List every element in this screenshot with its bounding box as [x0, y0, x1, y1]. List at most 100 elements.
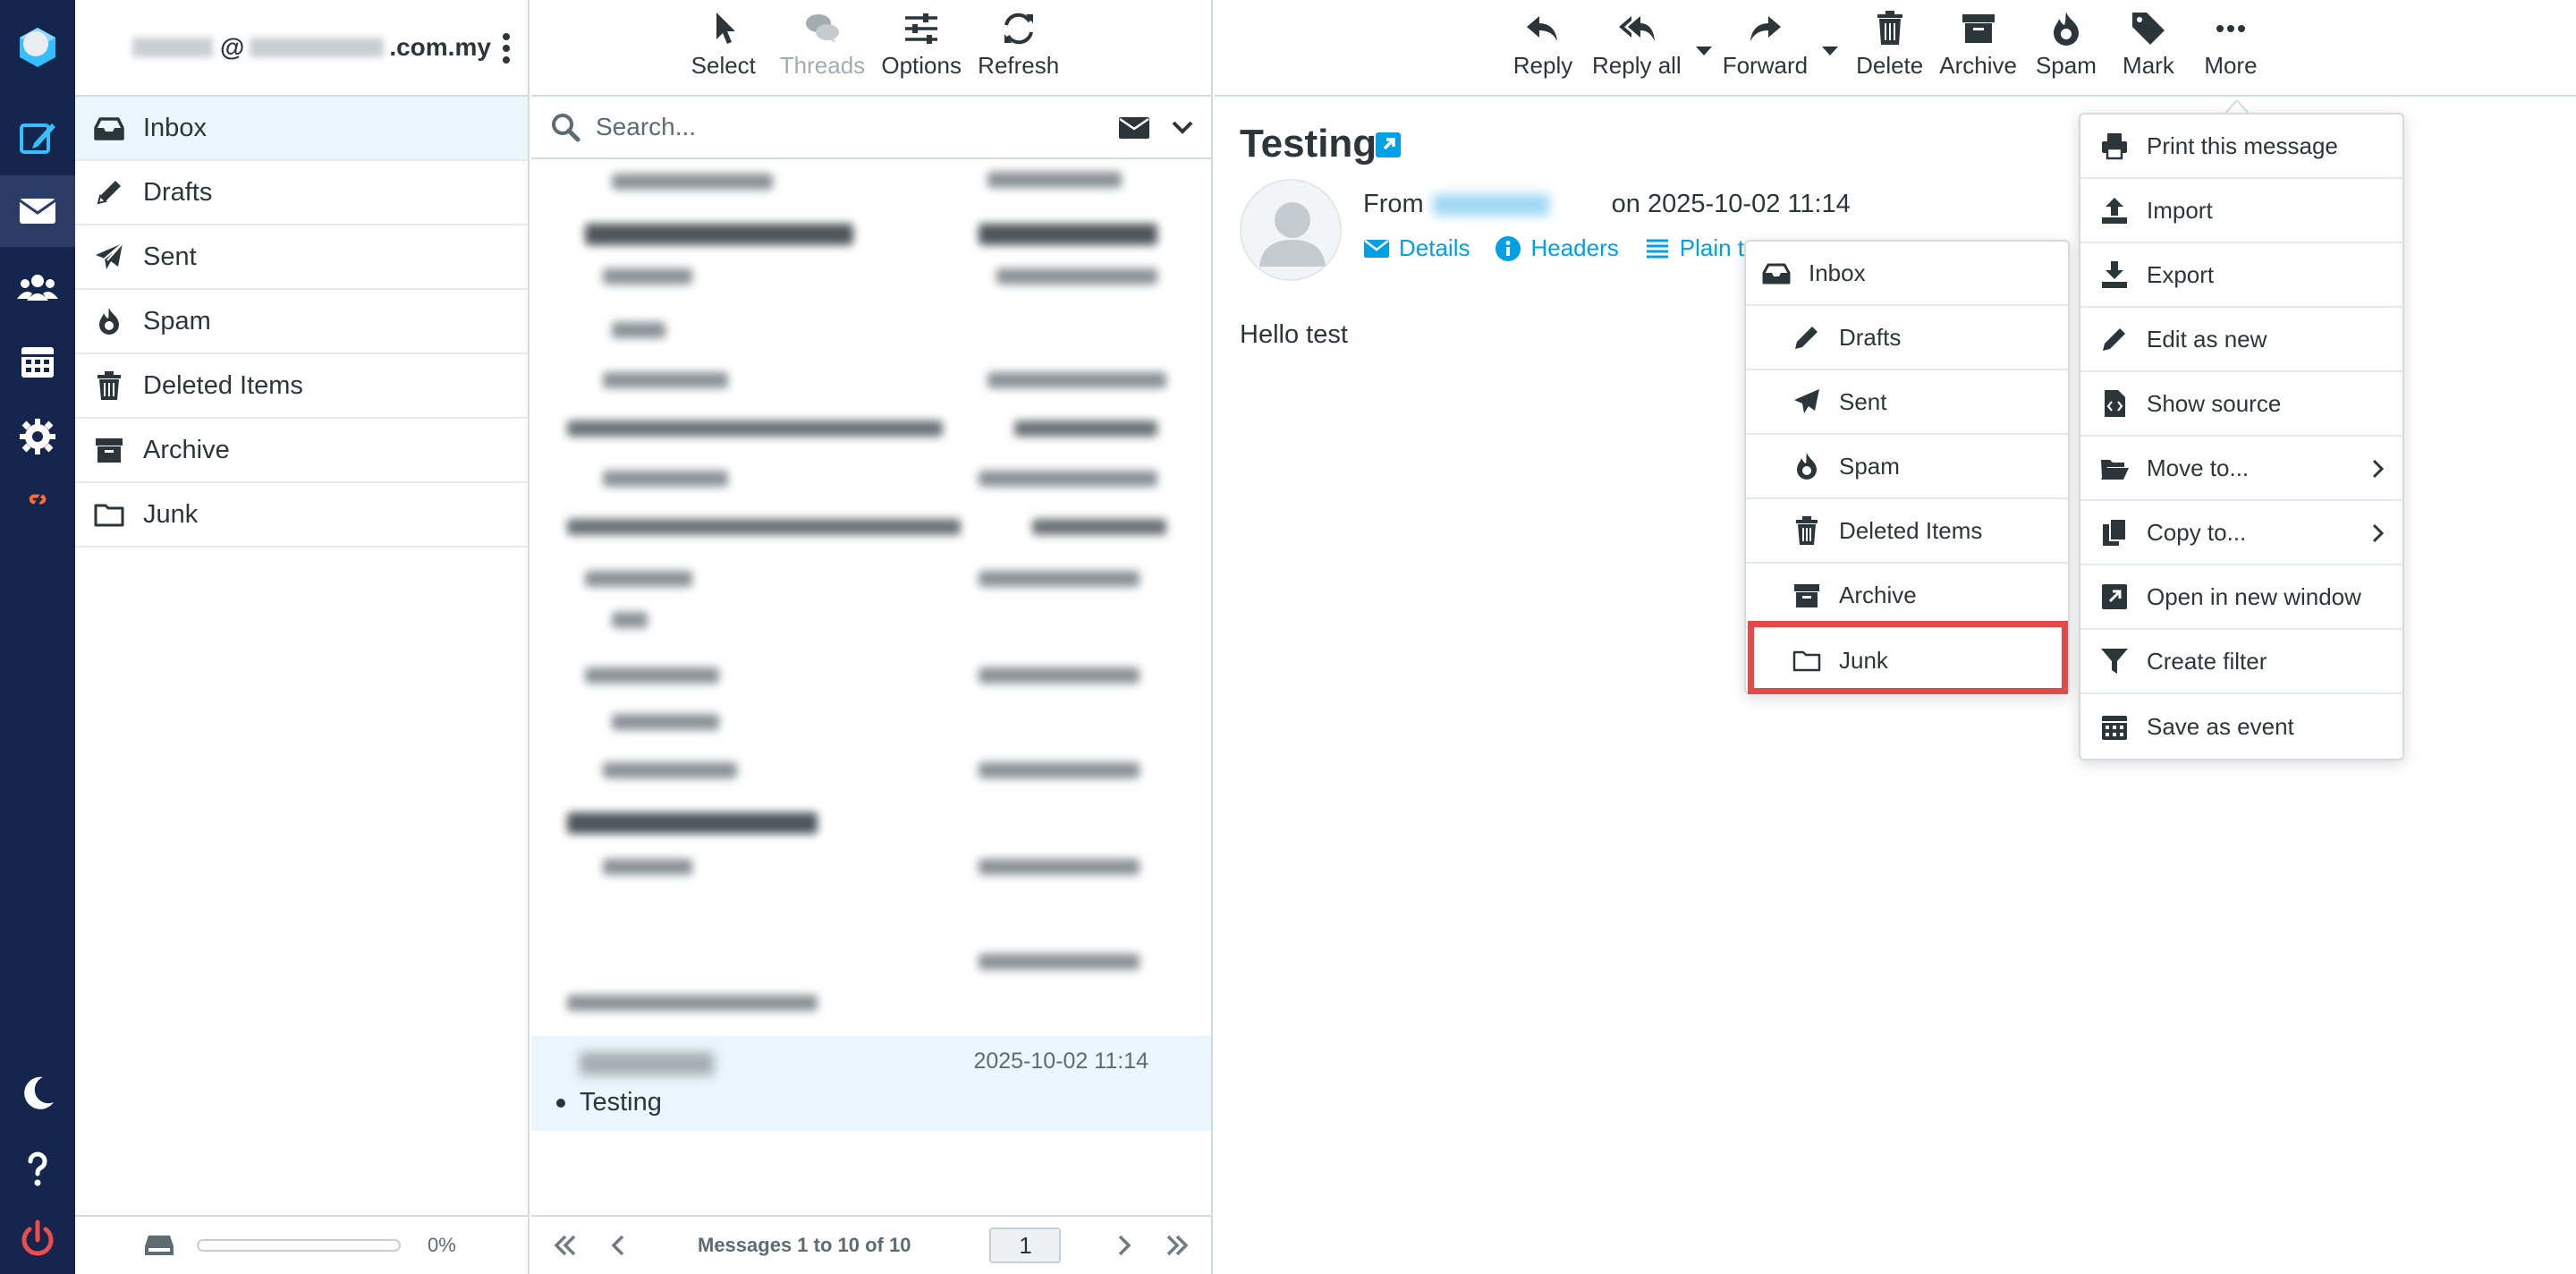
- select-button[interactable]: Select: [683, 9, 764, 95]
- fire-icon: [2053, 12, 2079, 46]
- folder-label: Sent: [143, 242, 197, 271]
- copy-to-item[interactable]: Copy to...: [2080, 501, 2402, 565]
- folder-pane: @ .com.my Inbox Drafts Sent Spam Deleted …: [75, 0, 530, 1274]
- more-dots-icon: [2216, 25, 2245, 32]
- search-icon[interactable]: [549, 111, 581, 143]
- help-icon[interactable]: [0, 1133, 75, 1204]
- info-icon: [1496, 235, 1521, 261]
- select-label: Select: [691, 52, 756, 79]
- sender-redacted[interactable]: [1432, 194, 1549, 217]
- folder-junk[interactable]: Junk: [75, 483, 528, 548]
- folder-sent[interactable]: Sent: [75, 225, 528, 290]
- item-label: Archive: [1839, 581, 1917, 608]
- reply-button[interactable]: Reply: [1504, 9, 1581, 95]
- search-input[interactable]: [596, 113, 1097, 141]
- options-button[interactable]: Options: [881, 9, 962, 95]
- refresh-label: Refresh: [978, 52, 1060, 79]
- archive-button[interactable]: Archive: [1934, 9, 2022, 95]
- folder-deleted-items[interactable]: Deleted Items: [75, 354, 528, 419]
- first-page-icon[interactable]: [538, 1231, 592, 1260]
- redacted-message-rows: [531, 161, 1211, 1020]
- move-to-inbox[interactable]: Inbox: [1746, 242, 2068, 306]
- folder-drafts[interactable]: Drafts: [75, 161, 528, 225]
- mail-icon[interactable]: [0, 175, 75, 247]
- compose-icon[interactable]: [0, 102, 75, 174]
- tag-icon: [2131, 13, 2165, 45]
- contacts-icon[interactable]: [0, 252, 75, 324]
- save-as-event-item[interactable]: Save as event: [2080, 694, 2402, 759]
- account-domain-redacted: [250, 38, 385, 57]
- move-to-archive[interactable]: Archive: [1746, 564, 2068, 628]
- threads-button[interactable]: Threads: [780, 9, 865, 95]
- refresh-icon: [1004, 13, 1033, 45]
- inbox-icon: [1760, 257, 1792, 289]
- folder-archive[interactable]: Archive: [75, 419, 528, 483]
- settings-icon[interactable]: [0, 401, 75, 472]
- from-label: From: [1363, 190, 1424, 218]
- message-toolbar: Reply Reply all Forward Delete Archive S…: [1215, 0, 2576, 97]
- move-to-spam[interactable]: Spam: [1746, 435, 2068, 499]
- reply-all-button[interactable]: Reply all: [1587, 9, 1712, 95]
- message-list-pane: Select Threads Options Refresh Search...…: [531, 0, 1213, 1274]
- message-date: 2025-10-02 11:14: [973, 1049, 1148, 1074]
- item-label: Move to...: [2147, 454, 2250, 481]
- pencil-icon: [1791, 321, 1823, 353]
- item-label: Copy to...: [2147, 518, 2247, 546]
- code-file-icon: [2098, 387, 2131, 420]
- move-to-drafts[interactable]: Drafts: [1746, 306, 2068, 370]
- show-source-item[interactable]: Show source: [2080, 372, 2402, 437]
- print-message-item[interactable]: Print this message: [2080, 115, 2402, 179]
- edit-as-new-item[interactable]: Edit as new: [2080, 308, 2402, 372]
- storage-icon: [145, 1236, 174, 1255]
- move-to-deleted-items[interactable]: Deleted Items: [1746, 499, 2068, 564]
- headers-link[interactable]: Headers: [1495, 234, 1619, 262]
- print-icon: [2098, 130, 2131, 162]
- quota-bar: [197, 1239, 401, 1252]
- logo-icon[interactable]: [0, 7, 75, 88]
- calendar-icon: [2098, 710, 2131, 743]
- folder-spam[interactable]: Spam: [75, 290, 528, 354]
- spam-button[interactable]: Spam: [2028, 9, 2105, 95]
- archive-label: Archive: [1939, 52, 2017, 79]
- open-new-window-item[interactable]: Open in new window: [2080, 565, 2402, 630]
- unread-dot: [556, 1099, 565, 1108]
- move-to-sent[interactable]: Sent: [1746, 370, 2068, 435]
- threads-label: Threads: [779, 52, 866, 79]
- dark-mode-icon[interactable]: [0, 1057, 75, 1129]
- folder-inbox[interactable]: Inbox: [75, 97, 528, 161]
- move-to-item[interactable]: Move to...: [2080, 437, 2402, 501]
- reply-all-dropdown-caret[interactable]: [1695, 47, 1712, 55]
- open-external-icon[interactable]: [1374, 131, 1402, 159]
- reply-all-label: Reply all: [1592, 52, 1682, 79]
- fire-icon: [1791, 450, 1823, 482]
- forward-icon: [1750, 16, 1782, 41]
- next-page-icon[interactable]: [1097, 1231, 1150, 1260]
- forward-button[interactable]: Forward: [1717, 9, 1839, 95]
- calendar-icon[interactable]: [0, 326, 75, 397]
- more-menu: Print this message Import Export Edit as…: [2079, 113, 2404, 760]
- reply-label: Reply: [1513, 52, 1573, 79]
- create-filter-item[interactable]: Create filter: [2080, 630, 2402, 694]
- folder-label: Archive: [143, 435, 230, 464]
- refresh-button[interactable]: Refresh: [978, 9, 1059, 95]
- plain-text-link[interactable]: Plain te: [1644, 234, 1758, 262]
- export-item[interactable]: Export: [2080, 243, 2402, 308]
- forward-dropdown-caret[interactable]: [1822, 47, 1839, 55]
- more-button[interactable]: More: [2192, 9, 2269, 95]
- chevron-down-icon[interactable]: [1172, 121, 1193, 135]
- message-row-selected[interactable]: 2025-10-02 11:14 Testing: [531, 1036, 1211, 1131]
- logout-icon[interactable]: [0, 1204, 75, 1274]
- envelope-icon[interactable]: [1118, 115, 1150, 140]
- last-page-icon[interactable]: [1150, 1231, 1204, 1260]
- archive-icon: [93, 434, 125, 466]
- details-link[interactable]: Details: [1363, 234, 1470, 262]
- headers-label: Headers: [1530, 234, 1619, 261]
- folder-label: Deleted Items: [143, 370, 303, 400]
- delete-button[interactable]: Delete: [1851, 9, 1928, 95]
- mark-button[interactable]: Mark: [2110, 9, 2187, 95]
- cpanel-icon[interactable]: [0, 463, 75, 535]
- import-item[interactable]: Import: [2080, 179, 2402, 243]
- account-menu-icon[interactable]: [497, 30, 515, 66]
- prev-page-icon[interactable]: [592, 1231, 646, 1260]
- page-number-input[interactable]: 1: [989, 1227, 1062, 1263]
